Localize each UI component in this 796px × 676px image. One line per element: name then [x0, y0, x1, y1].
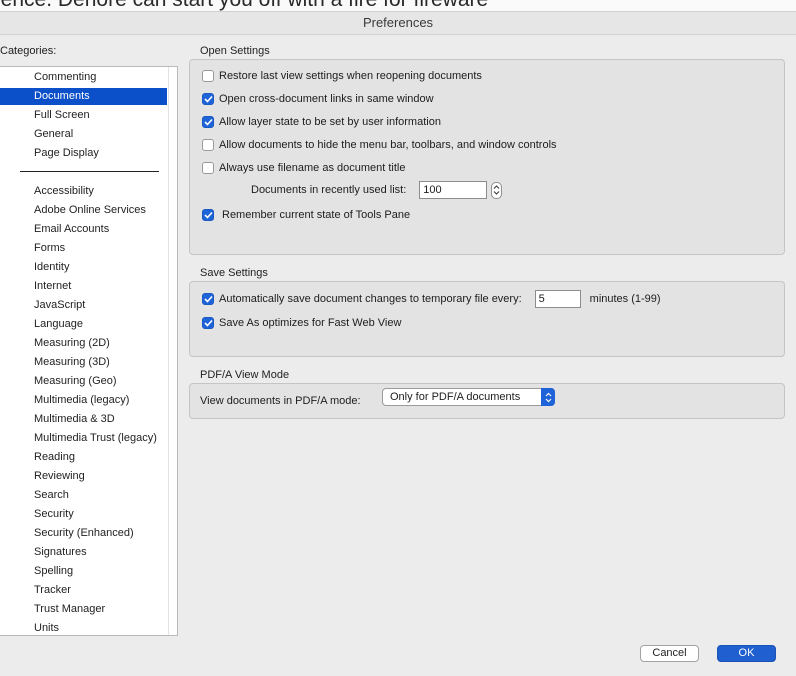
category-divider	[20, 171, 159, 172]
save-settings-title: Save Settings	[200, 267, 268, 279]
restore-view-checkbox[interactable]	[202, 70, 214, 82]
category-security[interactable]: Security	[0, 506, 167, 523]
category-security-enhanced[interactable]: Security (Enhanced)	[0, 525, 167, 542]
fast-web-checkbox[interactable]	[202, 317, 214, 329]
filename-title-checkbox[interactable]	[202, 162, 214, 174]
filename-title-option[interactable]: Always use filename as document title	[202, 160, 405, 176]
category-forms[interactable]: Forms	[0, 240, 167, 257]
category-trust-manager[interactable]: Trust Manager	[0, 601, 167, 618]
autosave-minutes-input[interactable]: 5	[534, 290, 581, 308]
category-tracker[interactable]: Tracker	[0, 582, 167, 599]
category-internet[interactable]: Internet	[0, 278, 167, 295]
save-settings-panel: Automatically save document changes to t…	[189, 281, 785, 357]
category-documents[interactable]: Documents	[0, 88, 167, 105]
cross-doc-links-label: Open cross-document links in same window	[219, 93, 434, 105]
hide-menubar-checkbox[interactable]	[202, 139, 214, 151]
autosave-option[interactable]: Automatically save document changes to t…	[202, 290, 661, 308]
fast-web-option[interactable]: Save As optimizes for Fast Web View	[202, 315, 401, 331]
tools-pane-option[interactable]: Remember current state of Tools Pane	[202, 207, 410, 223]
category-reading[interactable]: Reading	[0, 449, 167, 466]
categories-scrollbar-track[interactable]	[168, 67, 169, 635]
category-adobe-online-services[interactable]: Adobe Online Services	[0, 202, 167, 219]
pdfa-mode-value: Only for PDF/A documents	[390, 391, 521, 403]
hide-menubar-label: Allow documents to hide the menu bar, to…	[219, 139, 557, 151]
category-measuring-3d[interactable]: Measuring (3D)	[0, 354, 167, 371]
category-page-display[interactable]: Page Display	[0, 145, 167, 162]
category-multimedia-3d[interactable]: Multimedia & 3D	[0, 411, 167, 428]
recent-list-label: Documents in recently used list:	[251, 184, 407, 196]
pdfa-mode-select[interactable]: Only for PDF/A documents	[382, 388, 555, 406]
category-language[interactable]: Language	[0, 316, 167, 333]
categories-label: Categories:	[0, 45, 57, 57]
category-email-accounts[interactable]: Email Accounts	[0, 221, 167, 238]
window-title: Preferences	[0, 11, 796, 35]
category-units[interactable]: Units	[0, 620, 167, 635]
tools-pane-checkbox[interactable]	[202, 209, 214, 221]
ok-button[interactable]: OK	[717, 645, 776, 662]
select-arrows-icon	[541, 388, 555, 406]
category-multimedia-trust[interactable]: Multimedia Trust (legacy)	[0, 430, 167, 447]
restore-view-label: Restore last view settings when reopenin…	[219, 70, 482, 82]
category-multimedia-legacy[interactable]: Multimedia (legacy)	[0, 392, 167, 409]
recent-list-stepper[interactable]	[491, 181, 503, 199]
category-accessibility[interactable]: Accessibility	[0, 183, 167, 200]
pdfa-label: View documents in PDF/A mode:	[200, 395, 361, 407]
hide-menubar-option[interactable]: Allow documents to hide the menu bar, to…	[202, 137, 557, 153]
layer-state-checkbox[interactable]	[202, 116, 214, 128]
cross-doc-links-checkbox[interactable]	[202, 93, 214, 105]
category-measuring-geo[interactable]: Measuring (Geo)	[0, 373, 167, 390]
autosave-label: Automatically save document changes to t…	[219, 293, 522, 305]
category-javascript[interactable]: JavaScript	[0, 297, 167, 314]
pdfa-title: PDF/A View Mode	[200, 369, 290, 381]
open-settings-title: Open Settings	[200, 45, 270, 57]
category-full-screen[interactable]: Full Screen	[0, 107, 167, 124]
layer-state-option[interactable]: Allow layer state to be set by user info…	[202, 114, 441, 130]
recent-list-input[interactable]: 100	[419, 181, 488, 199]
category-signatures[interactable]: Signatures	[0, 544, 167, 561]
filename-title-label: Always use filename as document title	[219, 162, 406, 174]
categories-list[interactable]: Commenting Documents Full Screen General…	[0, 66, 178, 636]
category-commenting[interactable]: Commenting	[0, 69, 167, 86]
category-spelling[interactable]: Spelling	[0, 563, 167, 580]
open-settings-panel: Restore last view settings when reopenin…	[189, 59, 785, 255]
cross-doc-links-option[interactable]: Open cross-document links in same window	[202, 91, 434, 107]
category-general[interactable]: General	[0, 126, 167, 143]
tools-pane-label: Remember current state of Tools Pane	[222, 209, 411, 221]
layer-state-label: Allow layer state to be set by user info…	[219, 116, 441, 128]
stepper-arrows-icon	[493, 185, 500, 195]
category-measuring-2d[interactable]: Measuring (2D)	[0, 335, 167, 352]
recent-list-row: Documents in recently used list: 100	[251, 181, 503, 199]
category-reviewing[interactable]: Reviewing	[0, 468, 167, 485]
fast-web-label: Save As optimizes for Fast Web View	[219, 317, 402, 329]
autosave-checkbox[interactable]	[202, 293, 214, 305]
pdfa-panel: View documents in PDF/A mode: Only for P…	[189, 383, 785, 419]
restore-view-option[interactable]: Restore last view settings when reopenin…	[202, 68, 482, 84]
category-search[interactable]: Search	[0, 487, 167, 504]
category-identity[interactable]: Identity	[0, 259, 167, 276]
autosave-minutes-suffix: minutes (1-99)	[589, 293, 661, 305]
cancel-button[interactable]: Cancel	[640, 645, 699, 662]
